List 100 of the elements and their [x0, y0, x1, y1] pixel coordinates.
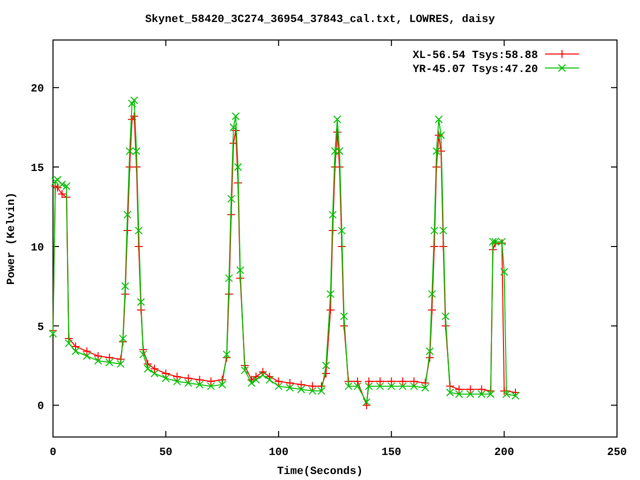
point-marker: [236, 274, 245, 283]
point-marker: [477, 384, 486, 394]
point-marker: [437, 131, 446, 140]
point-marker: [136, 305, 146, 314]
point-marker: [64, 334, 74, 344]
point-marker: [150, 369, 159, 378]
tick-label: 150: [382, 447, 402, 459]
point-marker: [296, 380, 306, 390]
point-marker: [362, 398, 371, 406]
point-marker: [285, 378, 294, 388]
point-marker: [206, 376, 216, 386]
point-marker: [127, 114, 136, 124]
point-marker: [338, 226, 346, 235]
point-marker: [72, 347, 80, 356]
point-marker: [195, 375, 204, 384]
point-marker: [333, 115, 342, 124]
point-marker: [478, 390, 486, 398]
point-marker: [224, 274, 233, 282]
legend-sample: [544, 64, 580, 72]
point-marker: [500, 268, 508, 276]
point-marker: [364, 382, 373, 390]
point-marker: [162, 374, 170, 382]
point-marker: [134, 242, 144, 251]
point-marker: [128, 100, 136, 108]
point-marker: [227, 194, 236, 203]
point-marker: [172, 372, 182, 382]
point-marker: [387, 382, 396, 390]
point-marker: [362, 400, 372, 410]
point-marker: [498, 238, 506, 246]
point-marker: [421, 384, 430, 392]
tick-label: 200: [494, 447, 514, 459]
tick-label: 0: [37, 401, 44, 414]
point-marker: [71, 342, 80, 351]
point-marker: [428, 305, 436, 314]
point-marker: [258, 367, 268, 376]
point-marker: [488, 238, 497, 246]
point-marker: [228, 138, 238, 148]
point-marker: [126, 147, 134, 156]
point-marker: [105, 358, 114, 366]
point-marker: [353, 376, 362, 386]
chart-title: Skynet_58420_3C274_36954_37843_cal.txt, LOWRES, daisy: [145, 14, 495, 26]
point-marker: [143, 359, 152, 368]
point-marker: [258, 371, 267, 380]
point-marker: [144, 364, 152, 373]
point-marker: [274, 382, 283, 390]
point-marker: [328, 210, 337, 219]
point-marker: [335, 162, 344, 172]
point-marker: [439, 226, 448, 235]
legend-sample: [544, 50, 580, 58]
point-marker: [420, 378, 430, 388]
point-marker: [344, 382, 353, 390]
point-marker: [326, 290, 334, 298]
point-marker: [466, 390, 474, 398]
point-marker: [317, 386, 326, 395]
point-marker: [434, 115, 443, 124]
point-marker: [340, 312, 348, 320]
point-marker: [94, 356, 102, 365]
point-marker: [224, 290, 234, 299]
point-marker: [364, 376, 374, 386]
point-marker: [326, 305, 335, 314]
point-marker: [252, 376, 260, 384]
point-marker: [354, 382, 362, 390]
point-marker: [53, 183, 62, 192]
point-marker: [398, 382, 407, 390]
point-marker: [398, 376, 408, 386]
tick-label: 0: [50, 447, 56, 459]
point-marker: [232, 112, 240, 120]
point-marker: [497, 238, 506, 248]
point-marker: [118, 337, 128, 346]
point-marker: [266, 376, 274, 384]
point-marker: [376, 382, 384, 390]
point-marker: [51, 177, 60, 186]
point-marker: [123, 210, 132, 219]
point-marker: [491, 238, 500, 246]
point-marker: [486, 390, 495, 398]
tick-label: 15: [30, 163, 44, 176]
point-marker: [316, 382, 326, 391]
point-marker: [332, 128, 342, 137]
point-marker: [430, 242, 439, 251]
point-marker: [173, 377, 182, 386]
point-marker: [118, 334, 127, 343]
point-marker: [410, 382, 418, 390]
point-marker: [136, 298, 145, 306]
point-marker: [82, 346, 92, 356]
point-marker: [122, 226, 132, 236]
point-marker: [132, 147, 140, 156]
point-marker: [125, 162, 134, 172]
point-marker: [432, 147, 441, 156]
point-marker: [130, 112, 139, 121]
point-marker: [196, 380, 204, 389]
point-marker: [121, 282, 130, 290]
point-marker: [454, 384, 464, 394]
point-marker: [64, 339, 73, 348]
point-marker: [236, 266, 244, 274]
point-marker: [132, 162, 141, 172]
tick-label: 10: [30, 242, 44, 254]
tick-label: 5: [37, 322, 44, 334]
point-marker: [247, 375, 256, 384]
tick-label: 50: [159, 447, 172, 459]
point-marker: [428, 290, 436, 298]
